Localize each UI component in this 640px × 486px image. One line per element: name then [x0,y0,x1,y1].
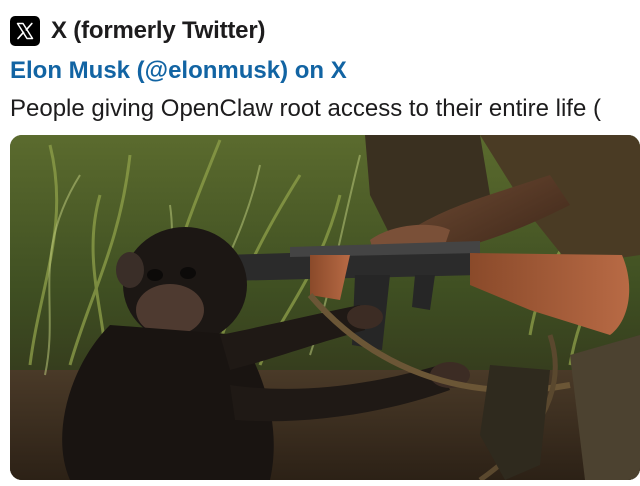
unfurl-source-name: X (formerly Twitter) [51,17,266,44]
media-illustration [10,135,640,480]
tweet-text: People giving OpenClaw root access to th… [10,95,601,122]
tweet-media-image[interactable] [10,135,640,480]
x-logo-icon [10,16,40,46]
tweet-author-link[interactable]: Elon Musk (@elonmusk) on X [10,55,347,87]
link-unfurl-card: X (formerly Twitter) Elon Musk (@elonmus… [0,0,640,486]
unfurl-source-row: X (formerly Twitter) [10,16,265,46]
